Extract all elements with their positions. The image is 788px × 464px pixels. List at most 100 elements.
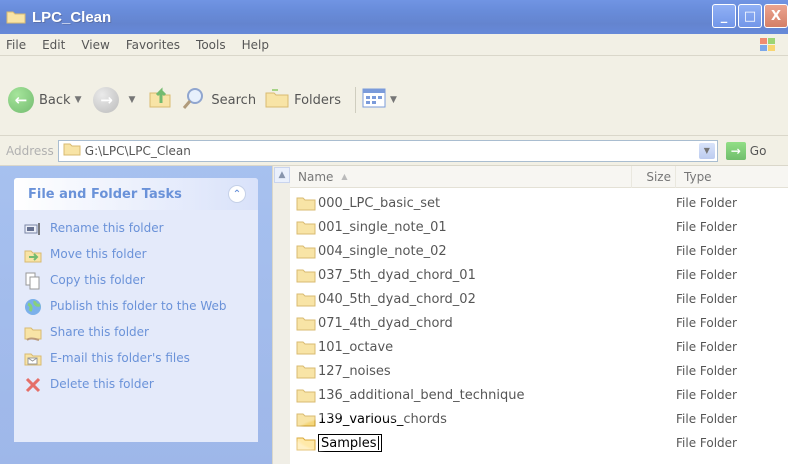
email-icon: [24, 350, 42, 368]
file-type: File Folder: [676, 196, 737, 210]
title-bar: LPC_Clean _ □ X: [0, 0, 788, 34]
file-name: 101_octave: [318, 339, 394, 355]
toolbar-separator: [355, 87, 357, 113]
folder-icon: [296, 293, 316, 306]
folders-icon: [264, 86, 290, 114]
task-share[interactable]: Share this folder: [24, 324, 258, 342]
back-label: Back: [39, 92, 71, 108]
views-icon: [362, 87, 386, 113]
folder-icon: [296, 341, 316, 354]
menu-edit[interactable]: Edit: [42, 38, 65, 52]
list-item[interactable]: 101_octave File Folder: [290, 335, 788, 359]
column-name[interactable]: Name ▲: [290, 165, 632, 188]
back-button[interactable]: ← Back ▼: [8, 87, 85, 113]
go-button[interactable]: → Go: [725, 141, 767, 160]
minimize-button[interactable]: _: [712, 4, 736, 28]
folder-icon: [296, 365, 316, 378]
file-type: File Folder: [676, 436, 737, 450]
task-copy[interactable]: Copy this folder: [24, 272, 258, 290]
task-label: Delete this folder: [50, 377, 154, 391]
menu-tools[interactable]: Tools: [196, 38, 226, 52]
list-item[interactable]: 001_single_note_01 File Folder: [290, 215, 788, 239]
list-item[interactable]: 127_noises File Folder: [290, 359, 788, 383]
column-type[interactable]: Type: [676, 166, 788, 188]
task-rename[interactable]: Rename this folder: [24, 220, 258, 238]
publish-web-icon: [24, 298, 42, 316]
file-type: File Folder: [676, 364, 737, 378]
collapse-icon[interactable]: ⌃: [228, 185, 246, 203]
folder-icon: [296, 317, 316, 330]
file-folder-tasks-panel: File and Folder Tasks ⌃ Rename this fold…: [14, 178, 258, 442]
forward-button[interactable]: → ▼: [93, 87, 139, 113]
list-item[interactable]: 136_additional_bend_technique File Folde…: [290, 383, 788, 407]
list-item[interactable]: 071_4th_dyad_chord File Folder: [290, 311, 788, 335]
menu-help[interactable]: Help: [242, 38, 269, 52]
close-icon: X: [770, 8, 782, 24]
search-button[interactable]: Search: [181, 85, 256, 115]
address-field[interactable]: G:\LPC\LPC_Clean ▼: [57, 139, 718, 162]
address-bar: Address G:\LPC\LPC_Clean ▼ → Go: [0, 136, 788, 166]
file-list: Name ▲ Size Type 000_LPC_basic_set File …: [290, 165, 788, 464]
file-name: 001_single_note_01: [318, 219, 447, 235]
up-folder-button[interactable]: [147, 85, 173, 115]
file-type: File Folder: [676, 412, 737, 426]
list-item[interactable]: 037_5th_dyad_chord_01 File Folder: [290, 263, 788, 287]
chevron-down-icon[interactable]: ▼: [75, 95, 82, 105]
folder-icon: [296, 437, 316, 450]
chevron-down-icon[interactable]: ▼: [698, 142, 715, 159]
task-email[interactable]: E-mail this folder's files: [24, 350, 258, 368]
file-type: File Folder: [676, 220, 737, 234]
file-name: 127_noises: [318, 363, 391, 379]
chevron-down-icon[interactable]: ▼: [128, 95, 135, 105]
column-size[interactable]: Size: [632, 165, 676, 188]
task-label: Copy this folder: [50, 273, 145, 287]
menu-file[interactable]: File: [6, 38, 26, 52]
window-title: LPC_Clean: [32, 8, 112, 26]
folders-label: Folders: [294, 92, 342, 108]
folder-icon: [296, 269, 316, 282]
list-item[interactable]: 000_LPC_basic_set File Folder: [290, 191, 788, 215]
back-arrow-icon: ←: [8, 87, 34, 113]
file-name: 000_LPC_basic_set: [318, 195, 441, 211]
task-delete[interactable]: Delete this folder: [24, 376, 258, 394]
folders-button[interactable]: Folders: [264, 86, 341, 114]
vertical-scrollbar[interactable]: ▲: [272, 166, 290, 464]
file-type: File Folder: [676, 292, 737, 306]
maximize-button[interactable]: □: [738, 4, 762, 28]
list-item[interactable]: 004_single_note_02 File Folder: [290, 239, 788, 263]
address-value: G:\LPC\LPC_Clean: [84, 143, 191, 158]
menu-view[interactable]: View: [81, 38, 109, 52]
menu-favorites[interactable]: Favorites: [126, 38, 180, 52]
rename-input[interactable]: Samples: [318, 434, 382, 452]
up-folder-icon: [147, 85, 173, 115]
go-arrow-icon: →: [725, 141, 746, 160]
search-label: Search: [211, 92, 257, 108]
task-publish[interactable]: Publish this folder to the Web: [24, 298, 258, 316]
chevron-down-icon[interactable]: ▼: [390, 95, 397, 105]
task-label: Publish this folder to the Web: [50, 299, 227, 313]
task-panel-header[interactable]: File and Folder Tasks ⌃: [14, 178, 258, 210]
minimize-icon: _: [720, 8, 728, 24]
task-panel-title: File and Folder Tasks: [28, 186, 182, 202]
task-move[interactable]: Move this folder: [24, 246, 258, 264]
folder-icon: [6, 10, 26, 24]
scroll-up-icon[interactable]: ▲: [274, 167, 290, 183]
folder-icon: [296, 245, 316, 258]
close-button[interactable]: X: [764, 4, 788, 28]
views-button[interactable]: ▼: [362, 87, 401, 113]
delete-icon: [24, 376, 42, 394]
file-name: 071_4th_dyad_chord: [318, 315, 453, 331]
task-label: Rename this folder: [50, 221, 164, 235]
list-item-renaming[interactable]: Samples File Folder: [290, 431, 788, 455]
go-label: Go: [749, 143, 767, 158]
file-name: 139_various_chords: [318, 411, 447, 427]
address-label: Address: [6, 143, 54, 158]
folder-icon: [63, 142, 81, 159]
folder-icon: [296, 197, 316, 210]
copy-icon: [24, 272, 42, 290]
column-header: Name ▲ Size Type: [290, 165, 788, 188]
list-item[interactable]: 040_5th_dyad_chord_02 File Folder: [290, 287, 788, 311]
folder-icon: [296, 413, 316, 426]
file-type: File Folder: [676, 388, 737, 402]
list-item[interactable]: 139_various_chords File Folder: [290, 407, 788, 431]
